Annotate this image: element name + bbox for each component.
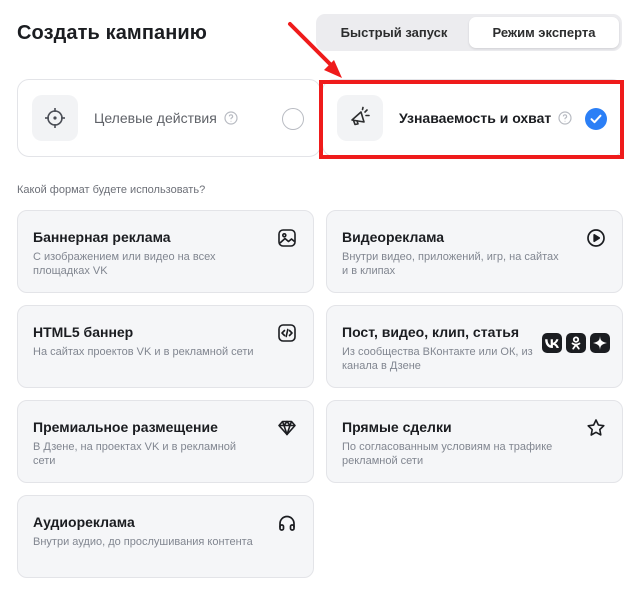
format-title: HTML5 баннер bbox=[33, 324, 134, 340]
format-card-video[interactable]: Видеореклама Внутри видео, приложений, и… bbox=[326, 210, 623, 293]
format-card-post[interactable]: Пост, видео, клип, статья Из сообщества … bbox=[326, 305, 623, 388]
dzen-icon bbox=[590, 333, 610, 353]
image-icon bbox=[276, 227, 298, 249]
goal-card-awareness-reach[interactable]: Узнаваемость и охват bbox=[322, 79, 624, 157]
tab-quick-launch[interactable]: Быстрый запуск bbox=[319, 17, 469, 48]
format-title: Пост, видео, клип, статья bbox=[342, 324, 519, 340]
help-icon[interactable] bbox=[224, 111, 238, 125]
format-description: В Дзене, на проектах VK и в рекламной се… bbox=[33, 441, 237, 467]
format-title: Баннерная реклама bbox=[33, 229, 171, 245]
format-card-banner[interactable]: Баннерная реклама С изображением или вид… bbox=[17, 210, 314, 293]
format-card-premium[interactable]: Премиальное размещение В Дзене, на проек… bbox=[17, 400, 314, 483]
play-icon bbox=[585, 227, 607, 249]
format-title: Прямые сделки bbox=[342, 419, 452, 435]
target-icon bbox=[32, 95, 78, 141]
star-icon bbox=[585, 417, 607, 439]
format-description: На сайтах проектов VK и в рекламной сети bbox=[33, 346, 254, 358]
format-description: По согласованным условиям на трафике рек… bbox=[342, 441, 553, 467]
format-card-html5[interactable]: HTML5 баннер На сайтах проектов VK и в р… bbox=[17, 305, 314, 388]
vk-icon bbox=[542, 333, 562, 353]
page-title: Создать кампанию bbox=[17, 22, 207, 44]
checkmark-icon bbox=[590, 114, 602, 124]
megaphone-icon bbox=[337, 95, 383, 141]
format-card-audio[interactable]: Аудиореклама Внутри аудио, до прослушива… bbox=[17, 495, 314, 578]
mode-switch: Быстрый запуск Режим эксперта bbox=[316, 14, 622, 51]
format-description: С изображением или видео на всех площадк… bbox=[33, 251, 216, 277]
format-card-direct-deals[interactable]: Прямые сделки По согласованным условиям … bbox=[326, 400, 623, 483]
goal-label: Узнаваемость и охват bbox=[399, 110, 572, 126]
tab-expert-mode[interactable]: Режим эксперта bbox=[469, 17, 619, 48]
diamond-icon bbox=[276, 417, 298, 439]
goal-radio-unchecked[interactable] bbox=[282, 108, 304, 130]
social-icons bbox=[542, 333, 610, 353]
goal-card-target-actions[interactable]: Целевые действия bbox=[17, 79, 321, 157]
headphones-icon bbox=[276, 512, 298, 534]
format-description: Внутри видео, приложений, игр, на сайтах… bbox=[342, 251, 559, 277]
help-icon[interactable] bbox=[558, 111, 572, 125]
goal-label-text: Целевые действия bbox=[94, 110, 217, 126]
format-title: Премиальное размещение bbox=[33, 419, 218, 435]
format-question: Какой формат будете использовать? bbox=[17, 184, 206, 196]
goal-radio-checked[interactable] bbox=[585, 108, 607, 130]
goal-label-text: Узнаваемость и охват bbox=[399, 110, 552, 126]
ok-icon bbox=[566, 333, 586, 353]
format-title: Видеореклама bbox=[342, 229, 445, 245]
format-description: Внутри аудио, до прослушивания контента bbox=[33, 536, 253, 548]
format-description: Из сообщества ВКонтакте или ОК, из канал… bbox=[342, 346, 533, 372]
goal-label: Целевые действия bbox=[94, 110, 238, 126]
format-title: Аудиореклама bbox=[33, 514, 135, 530]
html5-icon bbox=[276, 322, 298, 344]
